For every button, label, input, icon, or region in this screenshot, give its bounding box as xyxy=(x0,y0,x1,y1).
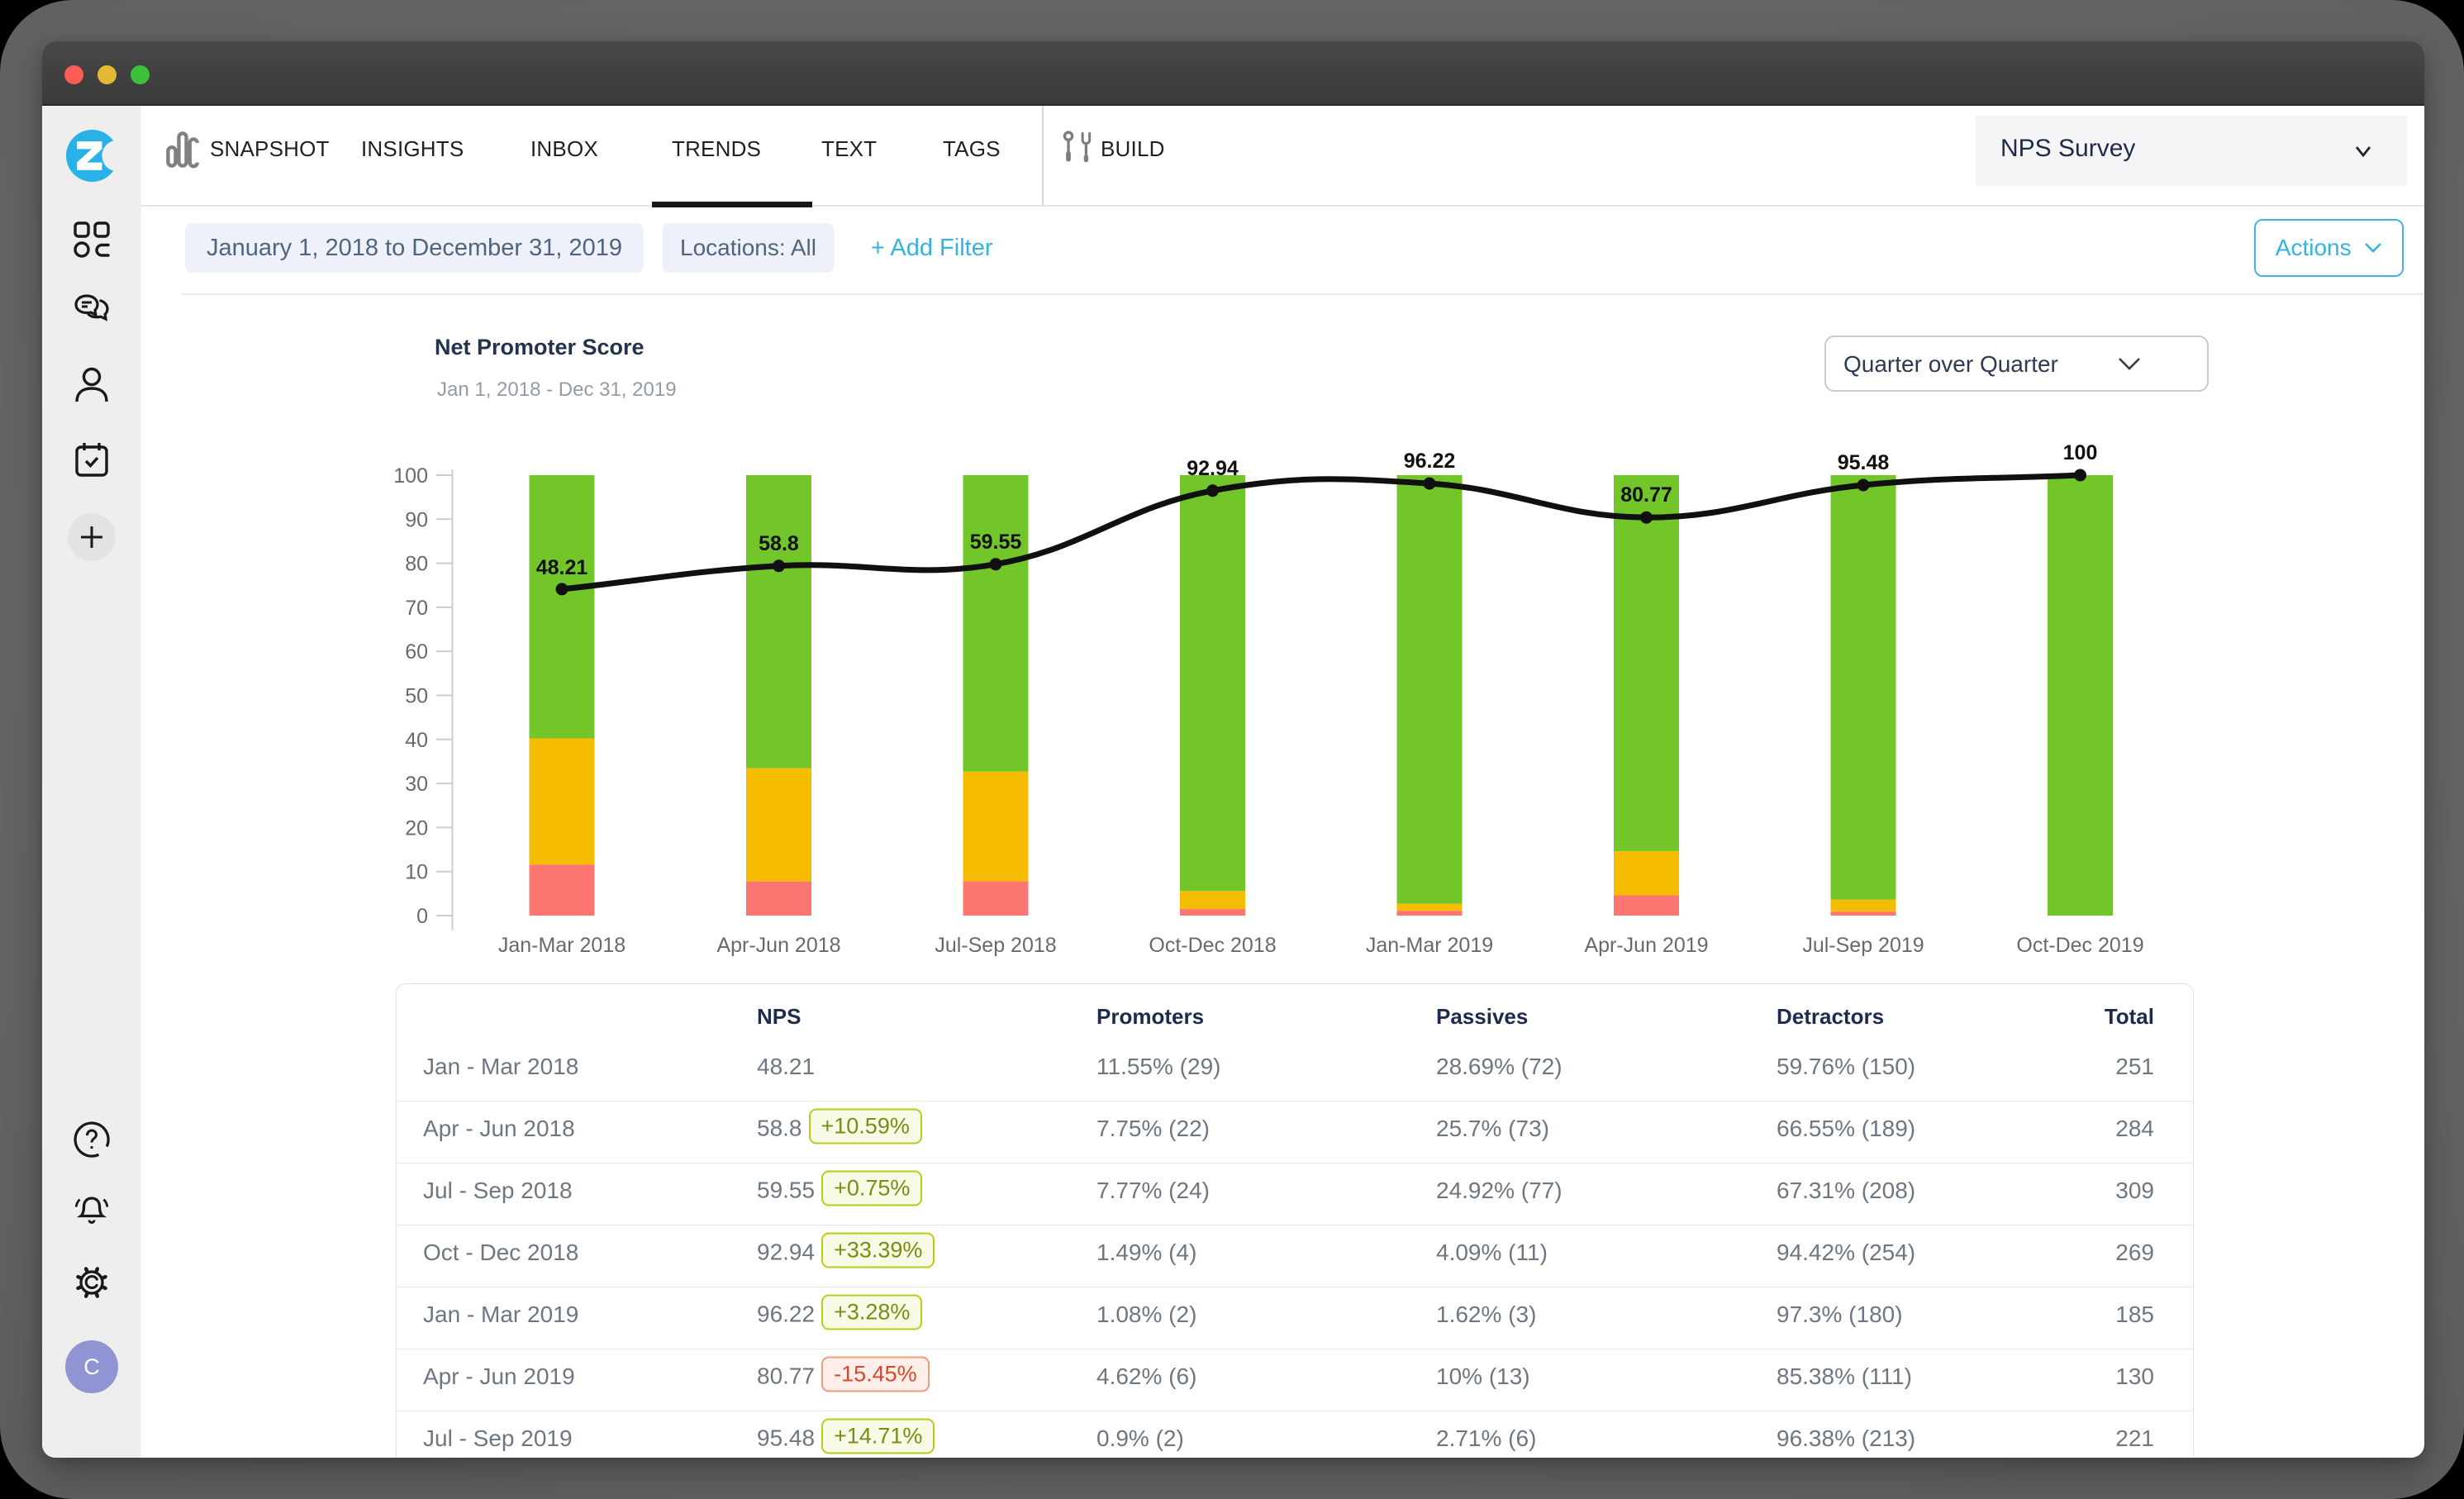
svg-text:Apr-Jun 2018: Apr-Jun 2018 xyxy=(716,934,840,957)
svg-text:60: 60 xyxy=(405,640,428,664)
svg-text:80.77: 80.77 xyxy=(1620,483,1672,507)
svg-text:96.22: 96.22 xyxy=(1404,450,1456,473)
svg-text:100: 100 xyxy=(393,464,428,488)
svg-text:48.21: 48.21 xyxy=(536,556,588,579)
svg-text:59.55: 59.55 xyxy=(970,531,1022,554)
svg-text:95.48: 95.48 xyxy=(1838,451,1890,474)
svg-text:70: 70 xyxy=(405,597,428,620)
svg-text:Oct-Dec 2018: Oct-Dec 2018 xyxy=(1149,934,1276,957)
svg-text:0: 0 xyxy=(416,905,428,928)
svg-text:30: 30 xyxy=(405,773,428,796)
svg-text:92.94: 92.94 xyxy=(1187,457,1239,480)
svg-text:Jul-Sep 2019: Jul-Sep 2019 xyxy=(1802,934,1924,957)
svg-text:Jul-Sep 2018: Jul-Sep 2018 xyxy=(935,934,1056,957)
svg-text:Oct-Dec 2019: Oct-Dec 2019 xyxy=(2016,934,2143,957)
svg-text:10: 10 xyxy=(405,861,428,884)
svg-text:Apr-Jun 2019: Apr-Jun 2019 xyxy=(1584,934,1708,957)
svg-text:Jan-Mar 2019: Jan-Mar 2019 xyxy=(1366,934,1493,957)
svg-text:58.8: 58.8 xyxy=(759,532,799,555)
svg-text:80: 80 xyxy=(405,553,428,576)
svg-text:20: 20 xyxy=(405,816,428,840)
svg-text:40: 40 xyxy=(405,729,428,752)
svg-text:50: 50 xyxy=(405,685,428,708)
svg-text:100: 100 xyxy=(2063,441,2098,464)
svg-text:Jan-Mar 2018: Jan-Mar 2018 xyxy=(498,934,626,957)
svg-text:90: 90 xyxy=(405,508,428,531)
